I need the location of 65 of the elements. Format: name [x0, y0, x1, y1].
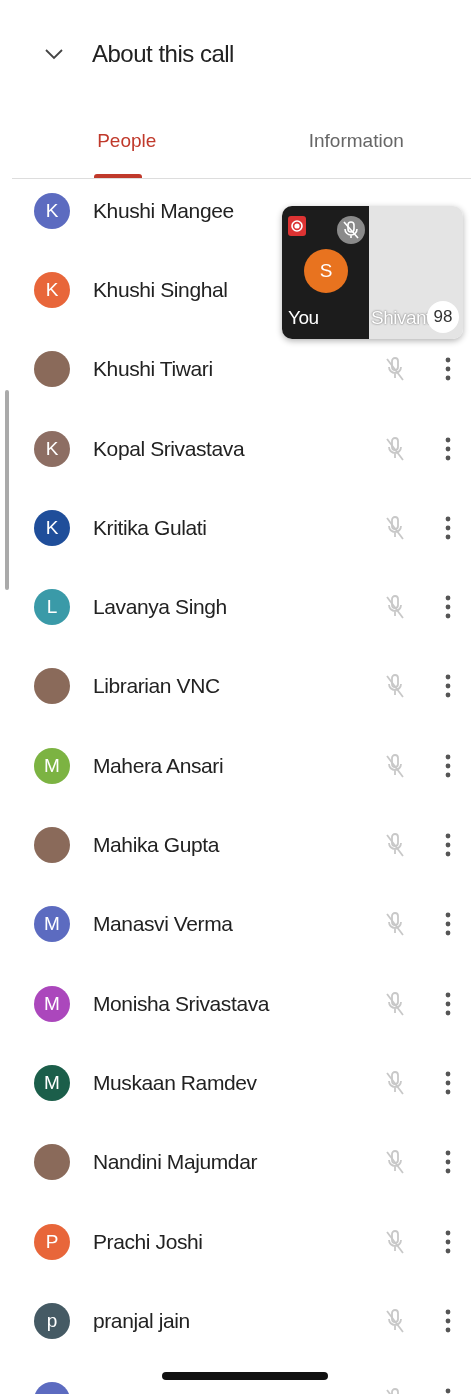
more-options-icon[interactable] [445, 912, 451, 937]
mic-off-icon [385, 356, 405, 383]
photo-placeholder [34, 351, 70, 388]
more-options-icon[interactable] [445, 833, 451, 857]
recording-icon [288, 216, 306, 236]
participant-name: Lavanya Singh [93, 595, 227, 620]
participant-name: Kopal Srivastava [93, 436, 245, 461]
avatar: M [34, 1064, 70, 1101]
avatar: S [304, 249, 348, 293]
tab[interactable]: Information [241, 108, 471, 178]
avatar: P [34, 1223, 70, 1260]
avatar: M [34, 985, 70, 1022]
more-options-icon[interactable] [445, 1070, 451, 1095]
more-options-icon[interactable] [445, 1229, 451, 1254]
mic-off-icon [385, 990, 405, 1017]
avatar: M [34, 906, 70, 943]
more-options-icon[interactable] [445, 595, 451, 620]
mic-off-icon [385, 594, 405, 621]
participant-name: Khushi Tiwari [93, 357, 213, 382]
more-options-icon[interactable] [445, 1308, 451, 1333]
mic-off-icon [385, 1149, 405, 1176]
mic-off-icon [385, 673, 405, 700]
mic-off-icon [385, 911, 405, 938]
participant-name: Khushi Singhal [93, 277, 228, 302]
more-options-icon[interactable] [445, 1150, 451, 1175]
collapse-chevron-icon[interactable] [44, 48, 64, 60]
mic-off-icon [385, 1307, 405, 1334]
avatar: K [34, 430, 70, 467]
participant-name: Kritika Gulati [93, 515, 207, 540]
participant-name: Mahika Gupta [93, 833, 219, 857]
mic-off-icon [385, 752, 405, 779]
mic-off-icon [385, 1228, 405, 1255]
more-options-icon[interactable] [445, 753, 451, 778]
self-label: You [288, 307, 319, 329]
more-options-icon[interactable] [445, 674, 451, 699]
photo-placeholder [34, 827, 70, 863]
participant-name: Librarian VNC [93, 674, 220, 699]
avatar: L [34, 589, 70, 626]
participant-name: pranjal jain [93, 1308, 190, 1333]
more-options-icon[interactable] [445, 357, 451, 382]
participant-name: Khushi Mangee [93, 198, 234, 223]
participant-name: Nandini Majumdar [93, 1150, 257, 1175]
photo-placeholder [34, 668, 70, 705]
photo-placeholder [34, 1144, 70, 1181]
participant-name: Prachi Joshi [93, 1229, 203, 1254]
avatar: K [34, 271, 70, 308]
more-options-icon[interactable] [445, 515, 451, 540]
tab[interactable]: People [12, 108, 242, 178]
avatar: K [34, 192, 70, 229]
participant-name: Muskaan Ramdev [93, 1070, 257, 1095]
participant-name: Mahera Ansari [93, 753, 224, 778]
more-options-icon[interactable] [445, 436, 451, 461]
participant-count-badge: 98 [427, 301, 459, 333]
participant-name: Monisha Srivastava [93, 991, 270, 1016]
sheet-title: About this call [92, 40, 234, 68]
avatar: p [34, 1302, 70, 1339]
mic-off-icon [337, 216, 365, 244]
participant-name: Manasvi Verma [93, 912, 233, 937]
mic-off-icon [385, 514, 405, 541]
avatar: M [34, 747, 70, 784]
mic-off-icon [385, 832, 405, 858]
mic-off-icon [385, 1069, 405, 1096]
mic-off-icon [385, 435, 405, 462]
avatar: K [34, 509, 70, 546]
more-options-icon[interactable] [445, 991, 451, 1016]
